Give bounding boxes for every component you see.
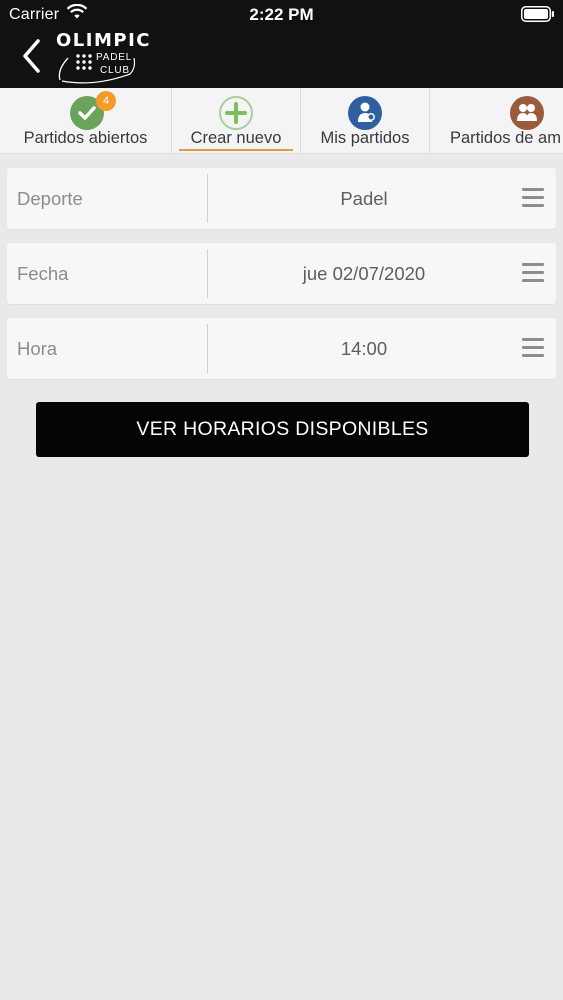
clock: 2:22 PM	[249, 5, 314, 24]
logo-brand: OLIMPIC	[56, 30, 151, 51]
tab-label: Partidos abiertos	[23, 129, 148, 147]
club-logo: OLIMPIC PADEL CLUB	[54, 30, 149, 84]
battery-icon	[521, 6, 555, 27]
logo-swoosh	[58, 57, 136, 84]
status-bar: Carrier 2:22 PM	[0, 0, 563, 30]
tab-partidos-abiertos[interactable]: 4 Partidos abiertos	[0, 88, 172, 153]
plus-icon	[219, 96, 253, 130]
date-row[interactable]: Fecha jue 02/07/2020	[7, 243, 556, 304]
tab-mis-partidos[interactable]: Mis partidos	[301, 88, 430, 153]
time-row[interactable]: Hora 14:00	[7, 318, 556, 379]
sport-row[interactable]: Deporte Padel	[7, 168, 556, 229]
list-icon	[522, 263, 544, 283]
friends-icon	[510, 96, 544, 130]
time-value: 14:00	[340, 338, 388, 359]
back-button[interactable]	[20, 38, 44, 74]
chevron-left-icon	[23, 39, 40, 73]
tab-crear-nuevo[interactable]: Crear nuevo	[172, 88, 301, 153]
notification-badge: 4	[96, 91, 116, 111]
list-icon	[522, 338, 544, 358]
date-value: jue 02/07/2020	[302, 263, 426, 284]
player-icon	[348, 96, 382, 130]
tab-label: Crear nuevo	[190, 129, 282, 147]
time-label: Hora	[17, 338, 58, 359]
list-icon	[522, 188, 544, 208]
top-bar: Carrier 2:22 PM OLIMPIC PADEL CLUB	[0, 0, 563, 88]
tab-label: Mis partidos	[320, 129, 410, 147]
tab-label: Partidos de am	[450, 129, 561, 147]
date-label: Fecha	[17, 263, 69, 284]
selected-tab-indicator	[179, 149, 293, 151]
sport-label: Deporte	[17, 188, 83, 209]
tab-bar: 4 Partidos abiertos Crear nuevo Mis part…	[0, 88, 563, 154]
sport-value: Padel	[340, 188, 388, 209]
view-available-times-button[interactable]: VER HORARIOS DISPONIBLES	[36, 402, 529, 457]
tab-partidos-de-amigos[interactable]: Partidos de am	[430, 88, 563, 153]
